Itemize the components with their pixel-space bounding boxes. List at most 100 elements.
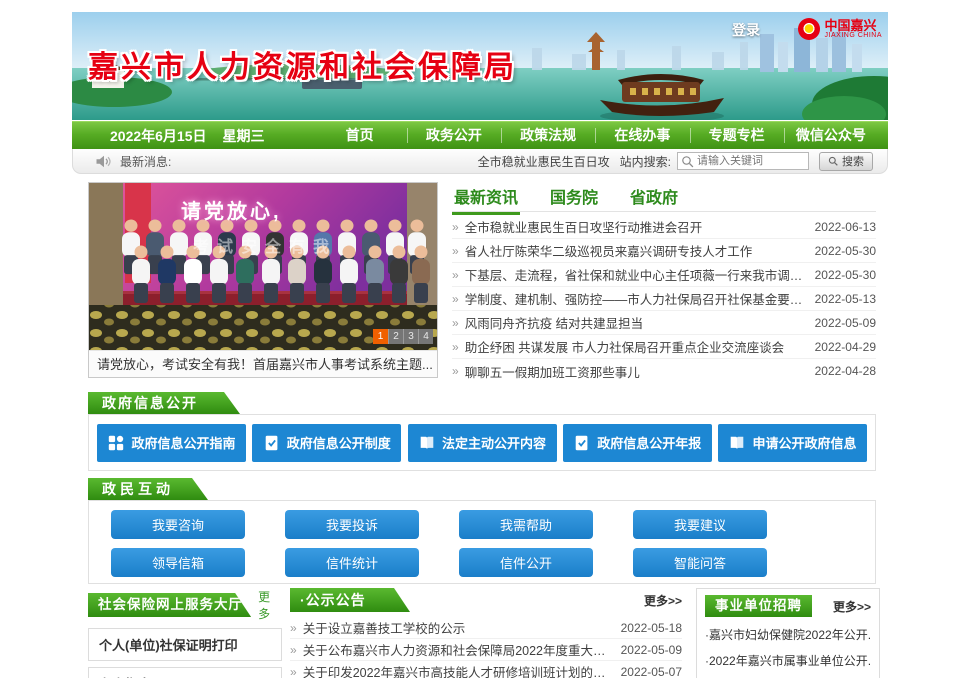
news-ticker-bar: 最新消息: 全市稳就业惠民生百日攻 站内搜索: 搜索 [72,149,888,174]
carousel-page-3[interactable]: 3 [403,329,418,344]
ss-item-certificate-print[interactable]: 个人(单位)社保证明打印 [88,628,282,661]
doc-check-icon [573,434,591,452]
doc-check-icon [263,434,281,452]
consult-button[interactable]: 我要咨询 [111,510,245,539]
tab-latest-news[interactable]: 最新资讯 [452,182,520,214]
mail-statistics-button[interactable]: 信件统计 [285,548,419,577]
site-search-label: 站内搜索: [620,153,671,170]
suggestion-button[interactable]: 我要建议 [633,510,767,539]
nav-date: 2022年6月15日 星期三 [110,126,265,146]
announcements-panel: ·公示公告 更多>> » 关于设立嘉善技工学校的公示 2022-05-18 » … [290,588,682,678]
news-item[interactable]: » 省人社厅陈荣华二级巡视员来嘉兴调研专技人才工作 2022-05-30 [452,239,876,263]
speaker-icon [95,154,111,169]
news-item[interactable]: » 聊聊五一假期加班工资那些事儿 2022-04-28 [452,359,876,383]
recruitment-item[interactable]: ·2022年嘉兴市属事业单位公开... [705,652,871,669]
news-list: » 全市稳就业惠民生百日攻坚行动推进会召开 2022-06-13 » 省人社厅陈… [452,215,876,383]
site-search-box [677,152,809,170]
carousel-page-1[interactable]: 1 [373,329,388,344]
login-link[interactable]: 登录 [732,20,760,40]
arrow-icon: » [290,643,297,657]
ticker-label: 最新消息: [120,153,171,170]
social-security-more-link[interactable]: 更多 [258,588,282,622]
gov-info-section: 政府信息公开指南 政府信息公开制度 法定主动公开内容 政府信息公开年报 [88,414,876,471]
current-date: 2022年6月15日 [110,126,207,146]
book-icon [418,434,436,452]
gov-info-system-button[interactable]: 政府信息公开制度 [252,424,401,462]
section-title-gov-info: 政府信息公开 [88,392,240,414]
news-item[interactable]: » 助企纾困 共谋发展 市人力社保局召开重点企业交流座谈会 2022-04-29 [452,335,876,359]
nav-item-online-services[interactable]: 在线办事 [595,122,689,149]
carousel-photo-image [89,183,437,350]
page: 嘉兴市人力资源和社会保障局 登录 中国嘉兴 JIAXING CHINA 2022… [0,0,960,678]
announcement-item[interactable]: » 关于设立嘉善技工学校的公示 2022-05-18 [290,617,682,639]
search-icon [681,155,695,169]
section-title-interaction: 政民互动 [88,478,208,500]
nav-item-wechat[interactable]: 微信公众号 [784,122,878,149]
site-banner: 嘉兴市人力资源和社会保障局 登录 中国嘉兴 JIAXING CHINA [72,12,888,120]
carousel-page-2[interactable]: 2 [388,329,403,344]
arrow-icon: » [452,292,459,306]
arrow-icon: » [290,665,297,678]
tab-state-council[interactable]: 国务院 [548,182,600,214]
announcement-item[interactable]: » 关于印发2022年嘉兴市高技能人才研修培训班计划的通知 2022-05-07 [290,661,682,678]
ticker-message[interactable]: 全市稳就业惠民生百日攻 [478,153,610,170]
jiaxing-logo[interactable]: 中国嘉兴 JIAXING CHINA [798,18,882,40]
site-title: 嘉兴市人力资源和社会保障局 [88,42,517,86]
main-nav: 2022年6月15日 星期三 首页 政务公开 政策法规 在线办事 专题专栏 微信… [72,121,888,149]
site-search-button[interactable]: 搜索 [819,152,873,171]
interaction-section: 我要咨询 我要投诉 我需帮助 我要建议 领导信箱 信件统计 信件公开 智能问答 [88,500,876,584]
gov-info-statutory-button[interactable]: 法定主动公开内容 [408,424,557,462]
carousel: 请党放心, 考试安全有我 1 2 3 4 请党放心，考试安全有我！首届嘉兴市人事… [88,182,438,378]
smart-qa-button[interactable]: 智能问答 [633,548,767,577]
recruitment-more-link[interactable]: 更多>> [833,598,871,615]
news-item[interactable]: » 下基层、走流程，省社保和就业中心主任项薇一行来我市调研“国统”上线情况 20… [452,263,876,287]
logo-text-en: JIAXING CHINA [825,32,882,39]
section-title-announcements: ·公示公告 [290,588,410,612]
carousel-caption[interactable]: 请党放心，考试安全有我！首届嘉兴市人事考试系统主题... [89,350,437,377]
current-weekday: 星期三 [223,126,265,146]
logo-text-cn: 中国嘉兴 [825,19,882,33]
arrow-icon: » [452,268,459,282]
arrow-icon: » [452,364,459,378]
section-title-recruitment: 事业单位招聘 [705,595,812,617]
complaint-button[interactable]: 我要投诉 [285,510,419,539]
gov-info-annual-report-button[interactable]: 政府信息公开年报 [563,424,712,462]
news-item[interactable]: » 全市稳就业惠民生百日攻坚行动推进会召开 2022-06-13 [452,215,876,239]
nav-item-policies[interactable]: 政策法规 [501,122,595,149]
search-icon [828,156,839,167]
mail-disclosure-button[interactable]: 信件公开 [459,548,593,577]
arrow-icon: » [452,316,459,330]
site-search-input[interactable] [678,153,808,169]
recruitment-panel: 事业单位招聘 更多>> ·嘉兴市妇幼保健院2022年公开... ·2022年嘉兴… [696,588,880,678]
arrow-icon: » [452,340,459,354]
arrow-icon: » [452,244,459,258]
arrow-icon: » [452,220,459,234]
news-item[interactable]: » 风雨同舟齐抗疫 结对共建显担当 2022-05-09 [452,311,876,335]
news-panel: 最新资讯 国务院 省政府 » 全市稳就业惠民生百日攻坚行动推进会召开 2022-… [452,182,876,388]
arrow-icon: » [290,621,297,635]
nav-menu: 首页 政务公开 政策法规 在线办事 专题专栏 微信公众号 [313,122,878,149]
carousel-pagination: 1 2 3 4 [373,329,433,344]
social-security-panel: 社会保险网上服务大厅 更多 个人(单位)社保证明打印 办事指南 [88,588,282,678]
nav-item-gov-affairs[interactable]: 政务公开 [407,122,501,149]
book-icon [728,434,746,452]
recruitment-item[interactable]: ·嘉兴市妇幼保健院2022年公开... [705,626,871,643]
gov-info-request-button[interactable]: 申请公开政府信息 [718,424,867,462]
ss-item-service-guide[interactable]: 办事指南 [88,667,282,678]
need-help-button[interactable]: 我需帮助 [459,510,593,539]
grid-icon [107,434,125,452]
carousel-page-4[interactable]: 4 [418,329,433,344]
announcement-item[interactable]: » 关于公布嘉兴市人力资源和社会保障局2022年度重大行政决策事... 2022… [290,639,682,661]
news-tabs: 最新资讯 国务院 省政府 [452,182,876,212]
news-item[interactable]: » 学制度、建机制、强防控——市人力社保局召开社保基金要情专题学习会 2022-… [452,287,876,311]
nav-item-home[interactable]: 首页 [313,122,407,149]
jiaxing-logo-icon [798,18,820,40]
announcements-more-link[interactable]: 更多>> [644,592,682,609]
tab-provincial-gov[interactable]: 省政府 [628,182,680,214]
search-button-label: 搜索 [842,153,864,169]
gov-info-guide-button[interactable]: 政府信息公开指南 [97,424,246,462]
nav-item-special-topics[interactable]: 专题专栏 [690,122,784,149]
leader-mailbox-button[interactable]: 领导信箱 [111,548,245,577]
carousel-photo[interactable]: 请党放心, 考试安全有我 1 2 3 4 [89,183,437,350]
section-title-social-security: 社会保险网上服务大厅 [88,593,251,617]
